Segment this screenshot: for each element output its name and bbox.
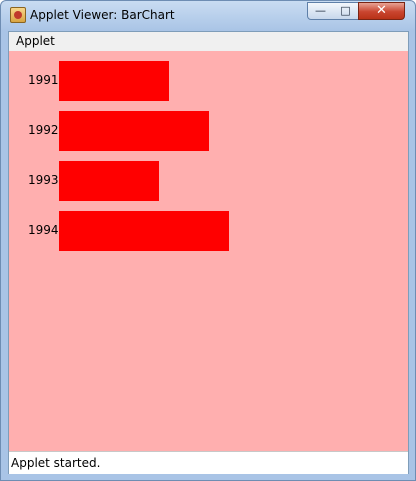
bar-row: 1994 [9,211,408,251]
close-button[interactable]: ✕ [358,2,405,20]
bar-label: 1992 [28,123,59,137]
bar [59,161,159,201]
minimize-button[interactable]: — [307,2,334,20]
maximize-icon: □ [340,4,351,17]
java-app-icon[interactable] [10,7,26,23]
bar [59,111,209,151]
minimize-icon: — [315,4,326,17]
maximize-button[interactable]: □ [333,2,359,20]
status-text: Applet started. [11,456,101,470]
bar [59,61,169,101]
menu-bar: Applet [9,32,408,52]
bar-label: 1993 [28,173,59,187]
window-client-area: Applet 1991 1992 1993 1994 Applet started. [8,31,409,474]
status-bar: Applet started. [9,451,408,474]
applet-viewer-window: Applet Viewer: BarChart — □ ✕ Applet 199… [0,0,416,481]
bar-row: 1993 [9,161,408,201]
window-title: Applet Viewer: BarChart [30,8,175,22]
bar-row: 1992 [9,111,408,151]
bar-label: 1991 [28,73,59,87]
bar-label: 1994 [28,223,59,237]
title-bar[interactable]: Applet Viewer: BarChart — □ ✕ [1,1,415,31]
close-icon: ✕ [376,3,387,18]
menu-applet[interactable]: Applet [16,34,55,48]
bar [59,211,229,251]
bar-chart-area: 1991 1992 1993 1994 [9,51,408,451]
bar-row: 1991 [9,61,408,101]
